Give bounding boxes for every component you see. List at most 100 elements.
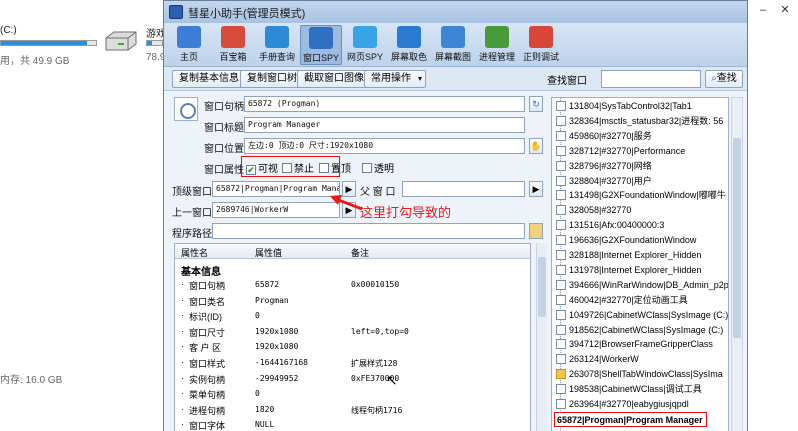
- toolbar-button-6[interactable]: 屏幕截图: [432, 25, 474, 65]
- table-row[interactable]: · 进程句柄 1820 线程句柄1716: [175, 401, 530, 417]
- checkbox-box[interactable]: [362, 163, 372, 173]
- tree-node[interactable]: 918562|CabinetWClass|SysImage (C:): [556, 323, 723, 338]
- parent-window-go-icon[interactable]: ▶: [529, 181, 543, 197]
- property-name: 标识(ID): [189, 312, 222, 323]
- tree-node[interactable]: 263124|WorkerW: [556, 352, 639, 367]
- tree-node[interactable]: 328058|#32770: [556, 203, 631, 218]
- minimize-icon[interactable]: –: [756, 4, 770, 16]
- web-spy-icon: [353, 26, 377, 48]
- table-row[interactable]: · 菜单句柄 0: [175, 385, 530, 401]
- tree-node[interactable]: 131978|Internet Explorer_Hidden: [556, 263, 701, 278]
- table-row[interactable]: · 窗口句柄 65872 0x00010150: [175, 276, 530, 292]
- toolbar-button-8[interactable]: 正则调试: [520, 25, 562, 65]
- window-tree-scrollbar[interactable]: [731, 97, 743, 431]
- hard-drive-icon[interactable]: [103, 30, 139, 52]
- tree-node[interactable]: 328712|#32770|Performance: [556, 144, 685, 159]
- tree-node[interactable]: 394712|BrowserFrameGripperClass: [556, 337, 713, 352]
- parent-window-field[interactable]: [402, 181, 525, 197]
- toolbar-button-0[interactable]: 主页: [168, 25, 210, 65]
- tree-node[interactable]: 263964|#32770|eabygiusjqpdl: [556, 397, 689, 412]
- toolbar-button-5[interactable]: 屏幕取色: [388, 25, 430, 65]
- property-grid-scrollbar[interactable]: [536, 243, 547, 431]
- copy-info-button[interactable]: 复制基本信息: [172, 70, 246, 88]
- window-icon: [556, 235, 566, 246]
- tree-node[interactable]: 328364|msctls_statusbar32|进程数: 56: [556, 114, 723, 129]
- toolbar-button-2[interactable]: 手册查询: [256, 25, 298, 65]
- tree-node-label: 328796|#32770|网络: [569, 160, 652, 171]
- tree-node[interactable]: 460042|#32770|定位动画工具: [556, 293, 688, 308]
- folder-icon[interactable]: [529, 223, 543, 239]
- program-path-field[interactable]: [212, 223, 525, 239]
- table-row[interactable]: · 窗口类名 Progman: [175, 292, 530, 308]
- window-icon: [556, 205, 566, 216]
- copy-tree-button[interactable]: 复制窗口树: [240, 70, 304, 88]
- property-name: 实例句柄: [189, 374, 226, 385]
- column-value-header[interactable]: 属性值: [255, 246, 282, 259]
- capture-window-button[interactable]: 截取窗口图像: [297, 70, 371, 88]
- refresh-icon[interactable]: ↻: [529, 96, 543, 112]
- position-field[interactable]: 左边:0 顶边:0 尺寸:1920x1080: [244, 138, 525, 154]
- memory-text: 内存: 16.0 GB: [0, 375, 63, 386]
- tree-node[interactable]: 328804|#32770|用户: [556, 174, 652, 189]
- attr-checkbox-label: 透明: [374, 164, 394, 175]
- property-value: 0: [255, 311, 260, 321]
- table-row[interactable]: · 客 户 区 1920x1080: [175, 338, 530, 354]
- window-spy-icon: [309, 27, 333, 49]
- tree-node[interactable]: 328796|#32770|网络: [556, 159, 652, 174]
- window-icon: [556, 354, 566, 365]
- toolbar-button-4[interactable]: 网页SPY: [344, 25, 386, 65]
- title-field[interactable]: Program Manager: [244, 117, 525, 133]
- property-value: 65872: [255, 280, 280, 289]
- toolbar-button-1[interactable]: 百宝箱: [212, 25, 254, 65]
- prev-window-label: 上一窗口: [172, 208, 212, 219]
- handle-field[interactable]: 65872 (Progman): [244, 96, 525, 112]
- tree-node[interactable]: 196636|G2XFoundationWindow: [556, 233, 696, 248]
- tree-node[interactable]: 1049726|CabinetWClass|SysImage (C:): [556, 308, 728, 323]
- finder-target-icon[interactable]: [174, 97, 198, 121]
- tree-dot: ·: [181, 419, 184, 430]
- tree-node[interactable]: 65872|Progman|Program Manager: [554, 411, 707, 427]
- table-row[interactable]: · 窗口样式 -1644167168 扩展样式128: [175, 354, 530, 370]
- toolbar-button-3[interactable]: 窗口SPY: [300, 25, 342, 65]
- property-value: Progman: [255, 295, 289, 305]
- position-label: 窗口位置: [204, 144, 244, 155]
- toolbar-button-label: 主页: [179, 52, 198, 62]
- drive-c-label: (C:): [0, 25, 17, 36]
- toolbar-button-label: 正则调试: [522, 52, 559, 62]
- close-icon[interactable]: ✕: [778, 4, 792, 16]
- window-tree[interactable]: 131804|SysTabControl32|Tab1 328364|msctls…: [551, 97, 729, 431]
- search-window-input[interactable]: [601, 70, 701, 88]
- search-button[interactable]: ⌕查找: [705, 70, 743, 88]
- tree-node[interactable]: 328188|Internet Explorer_Hidden: [556, 248, 701, 263]
- table-row[interactable]: · 标识(ID) 0: [175, 307, 530, 323]
- property-value: NULL: [255, 420, 275, 430]
- table-row[interactable]: · 实例句柄 -29949952 0xFE370000: [175, 370, 530, 386]
- tree-node[interactable]: 198538|CabinetWClass|调试工具: [556, 382, 702, 397]
- tree-node[interactable]: 131498|G2XFoundationWindow|嘟嘟牛: [556, 188, 726, 203]
- tree-node[interactable]: 131516|Afx:00400000:3: [556, 218, 664, 233]
- window-icon: [556, 145, 566, 156]
- top-window-field[interactable]: 65872|Progman|Program Manag: [212, 181, 340, 197]
- grid-section-row[interactable]: 基本信息: [175, 260, 530, 278]
- toolbar-button-7[interactable]: 进程管理: [476, 25, 518, 65]
- tree-node[interactable]: 263078|ShellTabWindowClass|SysIma: [556, 367, 723, 382]
- tree-node-label: 198538|CabinetWClass|调试工具: [569, 384, 702, 395]
- common-ops-dropdown[interactable]: 常用操作 ▾: [364, 70, 426, 88]
- property-value: 1920x1080: [255, 326, 299, 336]
- title-bar[interactable]: 彗星小助手(管理员模式): [164, 1, 747, 23]
- tree-dot: ·: [181, 279, 184, 289]
- hand-drag-icon[interactable]: ✋: [529, 138, 543, 154]
- column-name-header[interactable]: 属性名: [181, 246, 208, 259]
- window-icon: [556, 399, 566, 409]
- column-note-header[interactable]: 备注: [351, 246, 369, 259]
- tree-node[interactable]: 394666|WinRarWindow|DB_Admin_p2p.z: [556, 278, 728, 293]
- property-name: 窗口字体: [189, 421, 226, 431]
- attr-checkbox-3[interactable]: 透明: [362, 160, 394, 175]
- prev-window-field[interactable]: 2689746|WorkerW: [212, 202, 340, 218]
- tree-node[interactable]: 459860|#32770|服务: [556, 129, 652, 144]
- drive-game-usage-bar: [146, 40, 163, 46]
- tree-node[interactable]: 131804|SysTabControl32|Tab1: [556, 99, 692, 114]
- annotation-text: 这里打勾导致的: [360, 205, 452, 220]
- table-row[interactable]: · 窗口字体 NULL: [175, 416, 530, 431]
- table-row[interactable]: · 窗口尺寸 1920x1080 left=0,top=0: [175, 323, 530, 339]
